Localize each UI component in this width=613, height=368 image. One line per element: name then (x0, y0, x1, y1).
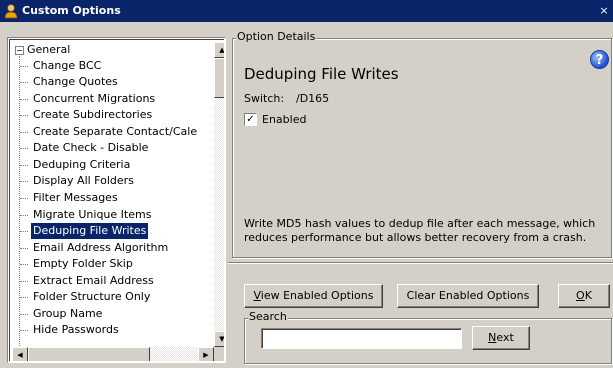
enabled-checkbox[interactable]: ✓ (244, 113, 257, 126)
tree-item-label: Concurrent Migrations (33, 92, 156, 105)
button-label: ext (496, 331, 514, 344)
mnemonic: O (576, 289, 585, 302)
collapse-icon[interactable]: − (15, 46, 24, 55)
arrow-left-icon[interactable]: ◀ (12, 347, 28, 361)
tree-item-label: Filter Messages (33, 191, 118, 204)
title-bar: Custom Options × (0, 0, 613, 22)
tree-item-label: Display All Folders (33, 174, 134, 187)
separator (228, 262, 613, 264)
scrollbar-corner (214, 347, 224, 361)
tree-item-label: Folder Structure Only (33, 290, 151, 303)
clear-enabled-options-button[interactable]: Clear Enabled Options (397, 284, 539, 308)
tree-vertical-scrollbar[interactable]: ▲ ▼ (214, 42, 224, 347)
tree-item-label: Create Subdirectories (33, 108, 153, 121)
option-details-legend: Option Details (236, 30, 317, 43)
tree-item-label: Email Address Algorithm (33, 241, 169, 254)
horizontal-scroll-thumb[interactable] (28, 347, 150, 361)
mnemonic: V (253, 289, 261, 302)
tree-item-label: Extract Email Address (33, 274, 154, 287)
options-tree[interactable]: − General Change BCC Change Quotes Concu… (7, 37, 226, 363)
tree-item-label: Hide Passwords (33, 323, 119, 336)
arrow-down-icon[interactable]: ▼ (214, 331, 224, 347)
tree-item-label: Empty Folder Skip (33, 257, 133, 270)
view-enabled-options-button[interactable]: View Enabled Options (244, 284, 383, 308)
tree-item-label: Deduping Criteria (33, 158, 131, 171)
tree-item-label: Create Separate Contact/Cale (33, 125, 198, 138)
switch-value: /D165 (296, 92, 330, 105)
button-label: iew Enabled Options (260, 289, 374, 302)
search-legend: Search (248, 310, 288, 323)
switch-label: Switch: (244, 92, 285, 105)
tree-connector-line (19, 56, 20, 356)
arrow-up-icon[interactable]: ▲ (214, 42, 224, 58)
tree-item-label: Group Name (33, 307, 103, 320)
button-label: K (584, 289, 592, 302)
search-input[interactable] (261, 328, 462, 349)
tree-item-label: Date Check - Disable (33, 141, 149, 154)
arrow-right-icon[interactable]: ▶ (198, 347, 214, 361)
next-button[interactable]: Next (472, 326, 530, 350)
window-title: Custom Options (22, 4, 121, 17)
tree-item-label: Change BCC (33, 59, 102, 72)
tree-item-label: Deduping File Writes (31, 223, 149, 239)
tree-item-label: Migrate Unique Items (33, 208, 152, 221)
vertical-scroll-thumb[interactable] (214, 58, 224, 98)
tree-horizontal-scrollbar[interactable]: ◀ ▶ (12, 347, 214, 361)
help-icon[interactable]: ? (590, 50, 609, 69)
enabled-label[interactable]: Enabled (262, 113, 306, 126)
close-button[interactable]: × (597, 3, 611, 18)
tree-root-label: General (27, 43, 71, 56)
tree-item-label: Change Quotes (33, 75, 118, 88)
option-description: Write MD5 hash values to dedup file afte… (244, 217, 596, 244)
person-icon (4, 4, 18, 19)
ok-button[interactable]: OK (558, 284, 610, 308)
option-heading: Deduping File Writes (244, 65, 399, 83)
